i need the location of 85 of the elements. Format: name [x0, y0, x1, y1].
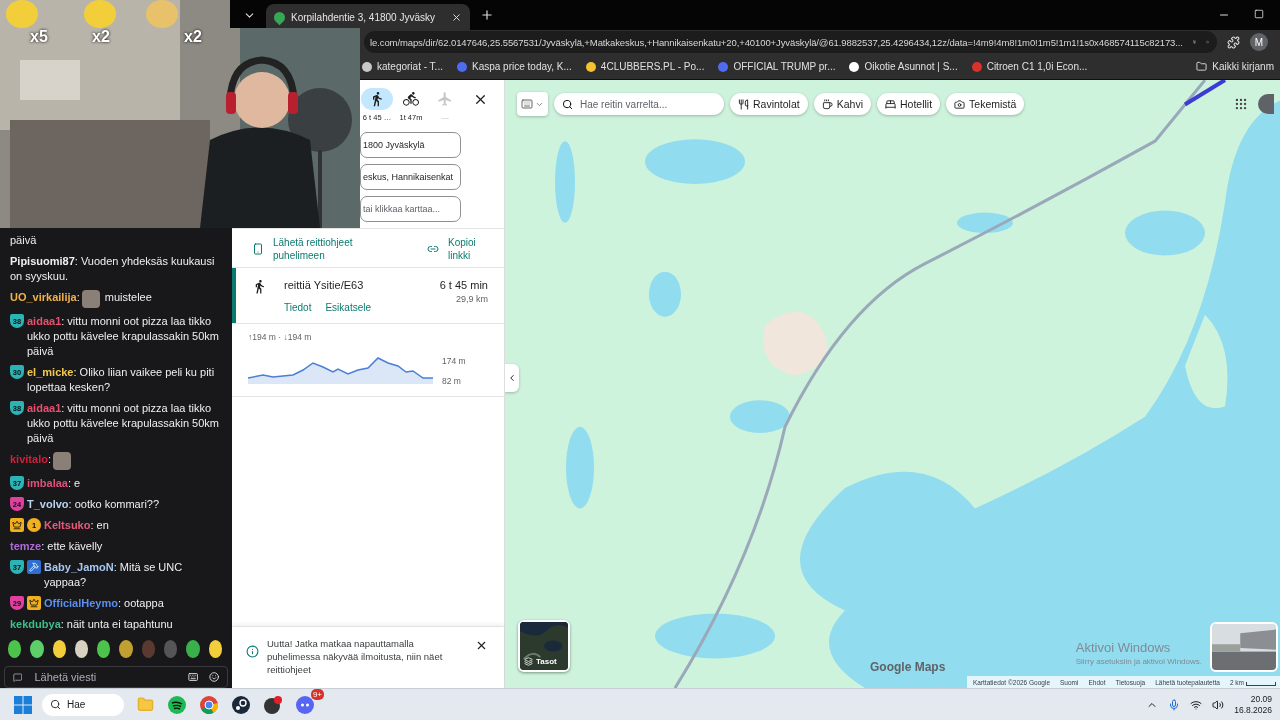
chat-username: UO_virkailija [10, 290, 77, 305]
app-icon[interactable] [168, 695, 186, 714]
microphone-icon[interactable] [1168, 698, 1181, 711]
speaker-icon[interactable] [1212, 698, 1225, 711]
chat-message: Pipisuomi87: Vuoden yhdeksäs kuukausi on syyskuu. [10, 254, 216, 284]
chat-message: Baby_JamoN: Mitä se UNC yappaa? [44, 560, 184, 590]
emote-icon[interactable] [97, 640, 111, 658]
route-input-field[interactable]: tai klikkaa karttaa... [360, 196, 461, 222]
close-icon[interactable] [451, 11, 462, 23]
bookmark[interactable]: Kaspa price today, K... [456, 61, 572, 72]
chat-message: Keltsuko: en [44, 518, 110, 533]
chat-message-text: : [76, 290, 80, 305]
bookmark[interactable]: kategoriat - T... [362, 61, 443, 72]
route-distance: 29,9 km [455, 294, 488, 304]
emote-icon[interactable] [119, 640, 133, 658]
start-icon[interactable] [14, 695, 32, 714]
emote-icon[interactable] [8, 640, 22, 658]
smiley-icon[interactable] [208, 671, 219, 683]
emote-icon [52, 452, 71, 470]
crown-icon [10, 518, 24, 532]
search-icon [50, 699, 61, 710]
chat-message: OfficialHeymo: ootappa [44, 596, 165, 611]
emote-icon[interactable] [74, 640, 89, 658]
chat-message: imbalaa: e [27, 476, 82, 491]
chat-message: aidaa1: vittu monni oot pizza laa tikko ukko pottu kävelee krapulassakin 50km päivä [27, 401, 220, 446]
send-to-phone-link[interactable]: Lähetä reittiohjeet puhelimeen [252, 236, 383, 262]
bicycle-icon [403, 91, 419, 107]
app-icon[interactable] [263, 694, 283, 715]
close-icon[interactable] [475, 639, 488, 652]
emote-counter: x5 [30, 28, 48, 46]
chat-message: T_volvo: ootko kommari?? [27, 497, 161, 512]
emote-icon[interactable] [208, 640, 222, 658]
taskbar-search[interactable]: Hae [42, 693, 124, 716]
crown-icon [27, 596, 41, 610]
chat-message: päivä [10, 233, 38, 248]
all-bookmarks[interactable]: Kaikki kirjanm [1196, 61, 1274, 72]
browser-tab[interactable]: Korpilahdentie 3, 41800 Jyväsky [266, 4, 470, 30]
browser-icon[interactable] [200, 695, 218, 714]
emote-icon[interactable] [186, 640, 200, 658]
chat-message-text: muistelee [103, 290, 152, 305]
phone-icon [252, 243, 264, 255]
app-icon[interactable] [232, 695, 250, 714]
chat-message: el_micke: Oliko liian vaikee peli ku piti lopettaa kesken? [27, 365, 216, 395]
bookmark[interactable]: OFFICIAL TRUMP pr... [718, 61, 836, 72]
chat-message: aidaa1: vittu monni oot pizza laa tikko ukko pottu kävelee krapulassakin 50km päivä [27, 314, 220, 359]
chat-username: kivitalo [10, 452, 48, 467]
elevation-min-label: 82 m [442, 376, 462, 386]
extensions-icon[interactable] [1227, 35, 1240, 49]
emote-counter: x2 [184, 28, 202, 46]
airplane-icon [437, 91, 453, 107]
message-field[interactable]: Lähetä viesti [32, 670, 179, 684]
route-input-field[interactable]: eskus, Hannikaisenkat [360, 164, 461, 190]
hammer-icon [27, 560, 41, 574]
emote-icon[interactable] [52, 640, 66, 658]
copy-link[interactable]: Kopioi linkki [427, 236, 488, 262]
emote-icon [81, 290, 100, 308]
network-icon[interactable] [1190, 698, 1203, 711]
profile-avatar[interactable]: M [1250, 33, 1268, 51]
chat-message: kekdubya: näit unta ei tapahtunu [10, 617, 174, 632]
plus-icon [480, 8, 494, 22]
notification-badge: 9+ [310, 688, 324, 700]
keyboard-icon[interactable] [188, 671, 199, 683]
route-action-link[interactable]: Tiedot [284, 302, 312, 313]
bookmark[interactable]: 4CLUBBERS.PL - Po... [585, 61, 705, 72]
emote-icon[interactable] [30, 640, 44, 658]
link-icon [427, 243, 439, 255]
elevation-summary: ↑194 m · ↓194 m [248, 332, 313, 342]
emote-counter: x2 [92, 28, 110, 46]
clock[interactable]: 20.09 16.8.2026 [1234, 693, 1272, 716]
address-bar[interactable]: le.com/maps/dir/62.0147646,25.5567531/Jyväskylä,+Matkakeskus,+Hannikaisenkatu+20,+40100+Jyväskylä/@61.9882537,25.4296434,12z/data=!4m9!4m8!1m0!1m5!1m1!1s0x468574115c82173... [364, 31, 1217, 53]
info-icon [246, 645, 259, 658]
route-duration: 6 t 45 min [439, 278, 488, 293]
chat-input-bar[interactable]: Lähetä viesti [4, 666, 228, 688]
chat-message: temze: ette kävelly [10, 539, 104, 554]
route-input-field[interactable]: 1800 Jyväskylä [360, 132, 461, 158]
chat-bubble-icon [13, 671, 23, 683]
elevation-max-label: 174 m [442, 356, 466, 366]
folder-icon [1196, 61, 1208, 72]
route-action-link[interactable]: Esikatsele [325, 302, 371, 313]
bookmark[interactable]: Citroen C1 1,0i Econ... [971, 61, 1088, 72]
maximize-icon[interactable] [1254, 9, 1264, 19]
bookmark[interactable]: Oikotie Asunnot | S... [849, 61, 958, 72]
route-name: reittiä Ysitie/E63 [284, 278, 365, 293]
chat-message-text: : [47, 452, 51, 467]
notice-text: Uutta! Jatka matkaa napauttamalla puhelimessa näkyvää ilmoitusta, niin näet reittiohjeet [267, 637, 444, 676]
